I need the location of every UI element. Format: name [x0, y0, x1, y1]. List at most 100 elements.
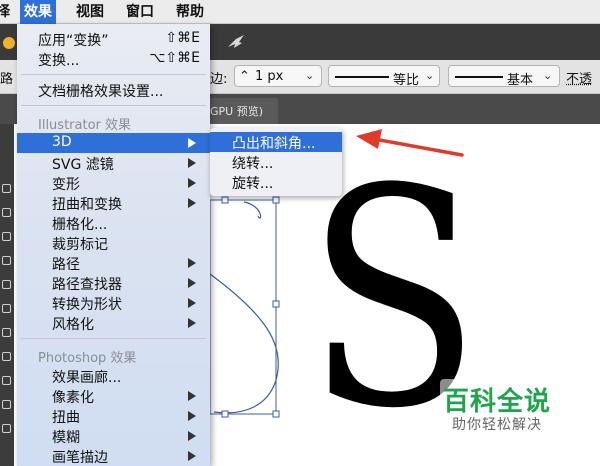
menu-item-label: 转换为形状	[52, 297, 122, 313]
menu-item-brush-strokes[interactable]: 画笔描边	[17, 446, 210, 466]
menu-separator	[21, 338, 206, 339]
brush-label: 基本	[507, 73, 534, 88]
bird-icon[interactable]	[226, 33, 246, 51]
menu-item-label: 旋转...	[232, 176, 274, 192]
menu-item-extrude-bevel[interactable]: 凸出和斜角...	[210, 132, 342, 152]
tool-icon[interactable]	[2, 280, 11, 289]
menu-item-effect-gallery[interactable]: 效果画廊...	[17, 366, 210, 386]
menu-item-pathfinder[interactable]: 路径查找器	[17, 273, 210, 293]
menu-item-pixelate[interactable]: 像素化	[17, 386, 210, 406]
menu-item-crop-marks[interactable]: 裁剪标记	[17, 233, 210, 253]
menu-item-rotate[interactable]: 旋转...	[210, 172, 342, 192]
chevron-down-icon: ⌄	[425, 69, 435, 82]
menu-item-label: 变换...	[38, 53, 80, 69]
submenu-arrow-icon	[188, 178, 196, 188]
tool-icon[interactable]	[2, 376, 11, 385]
menu-help[interactable]: 帮助	[176, 0, 204, 24]
tool-icon[interactable]	[2, 400, 11, 409]
menu-item-label: 路径	[52, 257, 80, 273]
menu-item-3d[interactable]: 3D	[17, 133, 210, 153]
document-tab[interactable]: GPU 预览)	[206, 98, 278, 124]
menu-item-distort-transform[interactable]: 扭曲和变换	[17, 193, 210, 213]
menu-item-label: 路径查找器	[52, 277, 122, 293]
effect-menu: 应用“变换” ⇧⌘E 变换... ⌥⇧⌘E 文档栅格效果设置... Illust…	[17, 24, 210, 466]
menu-item-convert-to-shape[interactable]: 转换为形状	[17, 293, 210, 313]
menu-item-raster-settings[interactable]: 文档栅格效果设置...	[17, 80, 210, 100]
menu-item-label: 3D	[52, 134, 72, 150]
tool-icon[interactable]	[2, 424, 11, 433]
menu-separator	[21, 74, 206, 75]
menu-item-label: 画笔描边	[52, 450, 108, 466]
submenu-arrow-icon	[188, 258, 196, 268]
submenu-arrow-icon	[188, 431, 196, 441]
submenu-3d: 凸出和斜角... 绕转... 旋转...	[210, 128, 342, 196]
brush-definition-select[interactable]: 基本 ⌄	[448, 65, 560, 88]
chevron-down-icon: ⌄	[543, 69, 553, 82]
opacity-label[interactable]: 不透	[566, 68, 592, 87]
menu-item-svg-filters[interactable]: SVG 滤镜	[17, 153, 210, 173]
stroke-label: 边:	[210, 72, 228, 87]
document-tab-label: GPU 预览)	[210, 105, 263, 118]
menu-effect[interactable]: 效果	[20, 0, 56, 24]
tools-panel	[0, 124, 14, 466]
watermark-title: 百科全说	[443, 387, 552, 417]
watermark-subtitle: 助你轻松解决	[452, 417, 542, 433]
menu-item-transform[interactable]: 变换... ⌥⇧⌘E	[17, 49, 210, 69]
menu-item-apply-transform[interactable]: 应用“变换” ⇧⌘E	[17, 29, 210, 49]
menu-view[interactable]: 视图	[76, 0, 104, 24]
tool-icon[interactable]	[2, 352, 11, 361]
menu-item-label: 效果画廊...	[52, 370, 122, 386]
menu-item-label: 风格化	[52, 317, 94, 333]
tool-icon[interactable]	[2, 208, 11, 217]
partial-label: 路	[0, 72, 14, 87]
menu-item-label: 变形	[52, 177, 80, 193]
menu-item-path[interactable]: 路径	[17, 253, 210, 273]
profile-line	[335, 76, 389, 78]
menu-item-shortcut: ⌥⇧⌘E	[149, 50, 200, 66]
traffic-light-icon[interactable]	[3, 37, 15, 49]
variable-width-profile-select[interactable]: 等比 ⌄	[328, 65, 440, 88]
submenu-arrow-icon	[188, 278, 196, 288]
menu-item-label: 像素化	[52, 390, 94, 406]
submenu-arrow-icon	[188, 298, 196, 308]
menu-item-label: 扭曲	[52, 410, 80, 426]
menu-window[interactable]: 窗口	[126, 0, 154, 24]
stroke-weight-value: 1 px	[255, 69, 284, 84]
menu-item-label: SVG 滤镜	[52, 157, 114, 173]
brush-line	[455, 76, 503, 78]
menu-item-label: 凸出和斜角...	[232, 136, 316, 152]
menu-item-label: 应用“变换”	[38, 33, 109, 49]
menu-section-photoshop: Photoshop 效果	[38, 351, 137, 366]
submenu-arrow-icon	[188, 138, 196, 148]
submenu-arrow-icon	[188, 318, 196, 328]
submenu-arrow-icon	[188, 391, 196, 401]
menu-item-label: 绕转...	[232, 156, 274, 172]
tool-icon[interactable]	[2, 256, 11, 265]
menu-item-label: 文档栅格效果设置...	[38, 84, 164, 100]
submenu-arrow-icon	[188, 411, 196, 421]
menu-item-label: 裁剪标记	[52, 237, 108, 253]
profile-label: 等比	[393, 73, 420, 88]
chevron-down-icon: ⌄	[305, 69, 315, 82]
stroke-stepper-icon[interactable]: ⌃	[239, 69, 250, 84]
menu-item-rasterize[interactable]: 栅格化...	[17, 213, 210, 233]
menu-item-shortcut: ⇧⌘E	[165, 30, 200, 46]
menu-item-revolve[interactable]: 绕转...	[210, 152, 342, 172]
menu-select[interactable]: 择	[0, 0, 10, 24]
tool-icon[interactable]	[2, 232, 11, 241]
menu-section-illustrator: Illustrator 效果	[38, 118, 132, 133]
stroke-weight-select[interactable]: ⌃ 1 px ⌄	[234, 65, 322, 87]
tool-icon[interactable]	[2, 184, 11, 193]
menu-item-distort[interactable]: 扭曲	[17, 406, 210, 426]
menu-bar: 择 效果 视图 窗口 帮助	[0, 0, 600, 24]
menu-item-stylize[interactable]: 风格化	[17, 313, 210, 333]
annotation-arrow-icon	[356, 129, 464, 157]
submenu-arrow-icon	[188, 158, 196, 168]
tool-icon[interactable]	[2, 328, 11, 337]
menu-item-warp[interactable]: 变形	[17, 173, 210, 193]
tool-icon[interactable]	[2, 304, 11, 313]
submenu-arrow-icon	[188, 451, 196, 461]
menu-item-blur[interactable]: 模糊	[17, 426, 210, 446]
submenu-arrow-icon	[188, 198, 196, 208]
menu-separator	[21, 105, 206, 106]
